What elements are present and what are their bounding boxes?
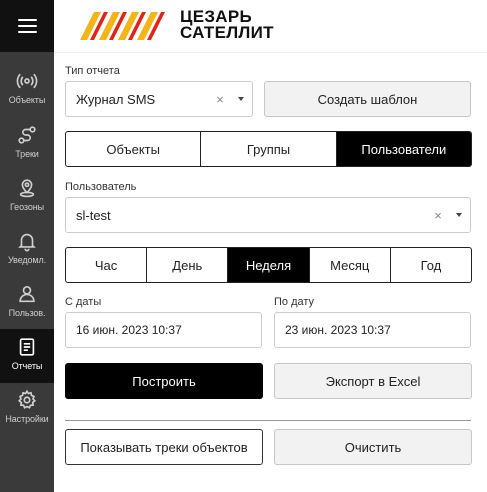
menu-button[interactable]: [0, 0, 54, 52]
sidebar-item-tracks[interactable]: Треки: [0, 117, 54, 171]
sidebar-item-label: Треки: [15, 149, 39, 159]
chevron-down-icon[interactable]: [230, 97, 252, 101]
tab-groups[interactable]: Группы: [201, 132, 337, 166]
sidebar-item-label: Отчеты: [11, 361, 43, 371]
report-icon: [19, 338, 35, 356]
user-icon: [19, 286, 35, 303]
tab-year[interactable]: Год: [391, 248, 471, 282]
build-button[interactable]: Построить: [65, 363, 263, 399]
sidebar-item-geozones[interactable]: Геозоны: [0, 170, 54, 224]
to-date-field[interactable]: 23 июн. 2023 10:37: [274, 312, 471, 348]
brand-line2: САТЕЛЛИТ: [180, 23, 274, 42]
chevron-down-icon[interactable]: [448, 213, 470, 217]
route-icon: [18, 126, 36, 144]
tab-month[interactable]: Месяц: [310, 248, 391, 282]
stripes-logo-icon: [80, 12, 165, 40]
header: ЦЕЗАРЬ САТЕЛЛИТ: [54, 0, 487, 52]
geozone-pin-icon: [19, 179, 35, 198]
sidebar-item-objects[interactable]: Объекты: [0, 63, 54, 117]
user-label: Пользователь: [65, 181, 137, 193]
clear-icon[interactable]: ×: [428, 208, 448, 223]
sidebar-item-label: Объекты: [8, 95, 46, 105]
clear-icon[interactable]: ×: [210, 92, 230, 107]
hamburger-icon: [17, 19, 37, 33]
sidebar-item-notifications[interactable]: Уведомл.: [0, 223, 54, 277]
tab-users[interactable]: Пользователи: [336, 132, 471, 166]
create-template-button[interactable]: Создать шаблон: [264, 81, 471, 117]
broadcast-icon: [16, 73, 38, 89]
report-type-label: Тип отчета: [65, 65, 120, 77]
clear-button[interactable]: Очистить: [274, 429, 472, 465]
brand-name: ЦЕЗАРЬ САТЕЛЛИТ: [180, 8, 274, 42]
report-type-value: Журнал SMS: [76, 91, 156, 107]
bell-icon: [18, 233, 36, 252]
from-date-field[interactable]: 16 июн. 2023 10:37: [65, 312, 262, 348]
divider: [65, 420, 471, 421]
sidebar: Объекты Треки Геозоны Уведомл. Пользов.: [0, 0, 54, 492]
to-date-label: По дату: [274, 296, 315, 308]
sidebar-item-label: Уведомл.: [7, 255, 47, 265]
sidebar-item-reports[interactable]: Отчеты: [0, 329, 54, 383]
tab-week[interactable]: Неделя: [228, 248, 310, 282]
sidebar-item-settings[interactable]: Настройки: [0, 382, 54, 436]
entity-tabs: Объекты Группы Пользователи: [65, 131, 472, 167]
period-tabs: Час День Неделя Месяц Год: [65, 247, 472, 283]
tab-hour[interactable]: Час: [66, 248, 148, 282]
tab-objects[interactable]: Объекты: [66, 132, 202, 166]
show-tracks-button[interactable]: Показывать треки объектов: [65, 429, 263, 465]
report-form: Тип отчета Журнал SMS × Создать шаблон О…: [54, 52, 487, 492]
sidebar-item-label: Пользов.: [8, 308, 46, 318]
export-excel-button[interactable]: Экспорт в Excel: [274, 363, 472, 399]
user-value: sl-test: [76, 207, 111, 223]
report-type-select[interactable]: Журнал SMS ×: [65, 81, 253, 117]
sidebar-item-label: Настройки: [5, 414, 49, 424]
user-select[interactable]: sl-test ×: [65, 197, 471, 233]
brand-logo[interactable]: ЦЕЗАРЬ САТЕЛЛИТ: [78, 8, 274, 42]
gear-icon: [17, 389, 37, 409]
tab-day[interactable]: День: [147, 248, 229, 282]
from-date-label: С даты: [65, 296, 102, 308]
sidebar-item-label: Геозоны: [10, 202, 44, 212]
sidebar-item-users[interactable]: Пользов.: [0, 276, 54, 330]
